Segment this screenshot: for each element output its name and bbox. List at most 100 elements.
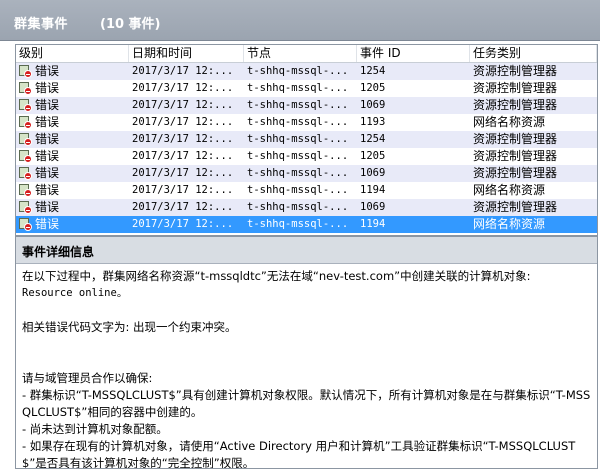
- event-list[interactable]: 级别 日期和时间 节点 事件 ID 任务类别 错误 2017/3/17 12:..…: [15, 44, 598, 236]
- category-cell: 资源控制管理器: [473, 98, 558, 112]
- error-icon: [19, 184, 32, 197]
- level-cell: 错误: [16, 199, 129, 216]
- header-title: 群集事件: [14, 17, 69, 32]
- level-text: 错误: [35, 166, 60, 180]
- column-header-row: 级别 日期和时间 节点 事件 ID 任务类别: [16, 45, 597, 63]
- event-id-cell: 1194: [360, 218, 386, 230]
- level-text: 错误: [35, 115, 60, 129]
- node-cell: t-shhq-mssql-...: [247, 167, 349, 179]
- detail-header: 事件详细信息: [16, 237, 597, 264]
- datetime-cell: 2017/3/17 12:...: [132, 218, 234, 230]
- category-cell: 网络名称资源: [473, 183, 546, 197]
- category-cell: 资源控制管理器: [473, 166, 558, 180]
- table-row[interactable]: 错误 2017/3/17 12:... t-shhq-mssql-... 1205 资源…: [16, 148, 597, 165]
- detail-line: 在以下过程中，群集网络名称资源“t-mssqldtc”无法在域“nev-test…: [22, 269, 531, 283]
- category-cell: 资源控制管理器: [473, 149, 558, 163]
- detail-line: Resource online。: [22, 287, 128, 299]
- error-icon: [19, 150, 32, 163]
- level-cell: 错误: [16, 182, 129, 199]
- column-header-node[interactable]: 节点: [244, 45, 357, 62]
- column-header-event-id[interactable]: 事件 ID: [357, 45, 470, 62]
- detail-line: - 如果存在现有的计算机对象，请使用“Active Directory 用户和计…: [22, 439, 576, 469]
- category-cell: 资源控制管理器: [473, 64, 558, 78]
- table-row[interactable]: 错误 2017/3/17 12:... t-shhq-mssql-... 1069 资源…: [16, 165, 597, 182]
- node-cell: t-shhq-mssql-...: [247, 65, 349, 77]
- detail-line: 相关错误代码文字为: 出现一个约束冲突。: [22, 320, 237, 334]
- column-header-category[interactable]: 任务类别: [470, 45, 597, 62]
- event-id-cell: 1205: [360, 82, 386, 94]
- event-id-cell: 1193: [360, 116, 386, 128]
- column-header-datetime[interactable]: 日期和时间: [129, 45, 244, 62]
- error-icon: [19, 82, 32, 95]
- detail-line: 请与域管理员合作以确保:: [22, 371, 153, 385]
- level-text: 错误: [35, 149, 60, 163]
- event-id-cell: 1194: [360, 184, 386, 196]
- event-count: (10 事件): [100, 17, 161, 32]
- level-text: 错误: [35, 132, 60, 146]
- detail-line: - 群集标识“T-MSSQLCLUST$”具有创建计算机对象权限。默认情况下，所…: [22, 388, 591, 419]
- level-text: 错误: [35, 64, 60, 78]
- node-cell: t-shhq-mssql-...: [247, 201, 349, 213]
- error-icon: [19, 116, 32, 129]
- level-text: 错误: [35, 217, 60, 231]
- table-row[interactable]: 错误 2017/3/17 12:... t-shhq-mssql-... 1069 资源…: [16, 199, 597, 216]
- level-text: 错误: [35, 200, 60, 214]
- event-detail-panel: 事件详细信息 在以下过程中，群集网络名称资源“t-mssqldtc”无法在域“n…: [15, 236, 598, 469]
- node-cell: t-shhq-mssql-...: [247, 150, 349, 162]
- node-cell: t-shhq-mssql-...: [247, 99, 349, 111]
- level-cell: 错误: [16, 165, 129, 182]
- level-cell: 错误: [16, 80, 129, 97]
- error-icon: [19, 218, 32, 231]
- event-id-cell: 1069: [360, 99, 386, 111]
- datetime-cell: 2017/3/17 12:...: [132, 201, 234, 213]
- table-row[interactable]: 错误 2017/3/17 12:... t-shhq-mssql-... 1193 网络…: [16, 114, 597, 131]
- table-row[interactable]: 错误 2017/3/17 12:... t-shhq-mssql-... 1194 网络…: [16, 216, 597, 233]
- node-cell: t-shhq-mssql-...: [247, 116, 349, 128]
- node-cell: t-shhq-mssql-...: [247, 184, 349, 196]
- category-cell: 资源控制管理器: [473, 81, 558, 95]
- error-icon: [19, 167, 32, 180]
- level-cell: 错误: [16, 114, 129, 131]
- datetime-cell: 2017/3/17 12:...: [132, 65, 234, 77]
- level-cell: 错误: [16, 131, 129, 148]
- level-cell: 错误: [16, 148, 129, 165]
- category-cell: 资源控制管理器: [473, 200, 558, 214]
- detail-body[interactable]: 在以下过程中，群集网络名称资源“t-mssqldtc”无法在域“nev-test…: [16, 264, 597, 469]
- level-text: 错误: [35, 183, 60, 197]
- datetime-cell: 2017/3/17 12:...: [132, 99, 234, 111]
- datetime-cell: 2017/3/17 12:...: [132, 116, 234, 128]
- error-icon: [19, 201, 32, 214]
- event-id-cell: 1205: [360, 150, 386, 162]
- header-bar: 群集事件 (10 事件): [0, 0, 600, 41]
- detail-title: 事件详细信息: [22, 245, 95, 259]
- node-cell: t-shhq-mssql-...: [247, 82, 349, 94]
- level-text: 错误: [35, 81, 60, 95]
- event-id-cell: 1254: [360, 133, 386, 145]
- node-cell: t-shhq-mssql-...: [247, 133, 349, 145]
- table-row[interactable]: 错误 2017/3/17 12:... t-shhq-mssql-... 1194 网络…: [16, 182, 597, 199]
- datetime-cell: 2017/3/17 12:...: [132, 133, 234, 145]
- event-rows: 错误 2017/3/17 12:... t-shhq-mssql-... 1254 资源…: [16, 63, 597, 233]
- error-icon: [19, 133, 32, 146]
- datetime-cell: 2017/3/17 12:...: [132, 184, 234, 196]
- event-id-cell: 1069: [360, 167, 386, 179]
- datetime-cell: 2017/3/17 12:...: [132, 150, 234, 162]
- datetime-cell: 2017/3/17 12:...: [132, 167, 234, 179]
- table-row[interactable]: 错误 2017/3/17 12:... t-shhq-mssql-... 1254 资源…: [16, 131, 597, 148]
- event-id-cell: 1069: [360, 201, 386, 213]
- category-cell: 资源控制管理器: [473, 132, 558, 146]
- category-cell: 网络名称资源: [473, 115, 546, 129]
- node-cell: t-shhq-mssql-...: [247, 218, 349, 230]
- level-text: 错误: [35, 98, 60, 112]
- table-row[interactable]: 错误 2017/3/17 12:... t-shhq-mssql-... 1254 资源…: [16, 63, 597, 80]
- level-cell: 错误: [16, 97, 129, 114]
- error-icon: [19, 65, 32, 78]
- table-row[interactable]: 错误 2017/3/17 12:... t-shhq-mssql-... 1069 资源…: [16, 97, 597, 114]
- column-header-level[interactable]: 级别: [16, 45, 129, 62]
- category-cell: 网络名称资源: [473, 217, 546, 231]
- datetime-cell: 2017/3/17 12:...: [132, 82, 234, 94]
- table-row[interactable]: 错误 2017/3/17 12:... t-shhq-mssql-... 1205 资源…: [16, 80, 597, 97]
- error-icon: [19, 99, 32, 112]
- detail-line: - 尚未达到计算机对象配额。: [22, 422, 168, 436]
- level-cell: 错误: [16, 216, 129, 233]
